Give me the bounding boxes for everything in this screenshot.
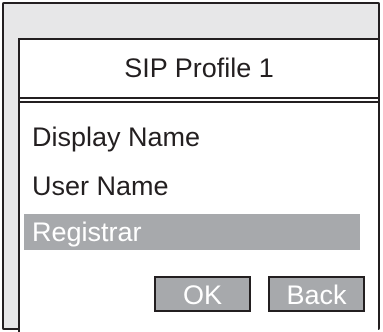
menu-item-display-name[interactable]: Display Name	[24, 119, 360, 155]
phone-display-frame: SIP Profile 1 Display Name User Name Reg…	[2, 2, 380, 332]
title-divider-top	[20, 97, 378, 99]
menu-item-user-name[interactable]: User Name	[24, 168, 360, 204]
screen-title: SIP Profile 1	[124, 53, 274, 83]
back-softkey-button[interactable]: Back	[268, 276, 365, 312]
title-divider-bottom	[20, 101, 378, 103]
ok-softkey-button[interactable]: OK	[154, 276, 251, 312]
lcd-screen: SIP Profile 1 Display Name User Name Reg…	[18, 38, 378, 332]
menu-item-registrar[interactable]: Registrar	[24, 214, 360, 250]
